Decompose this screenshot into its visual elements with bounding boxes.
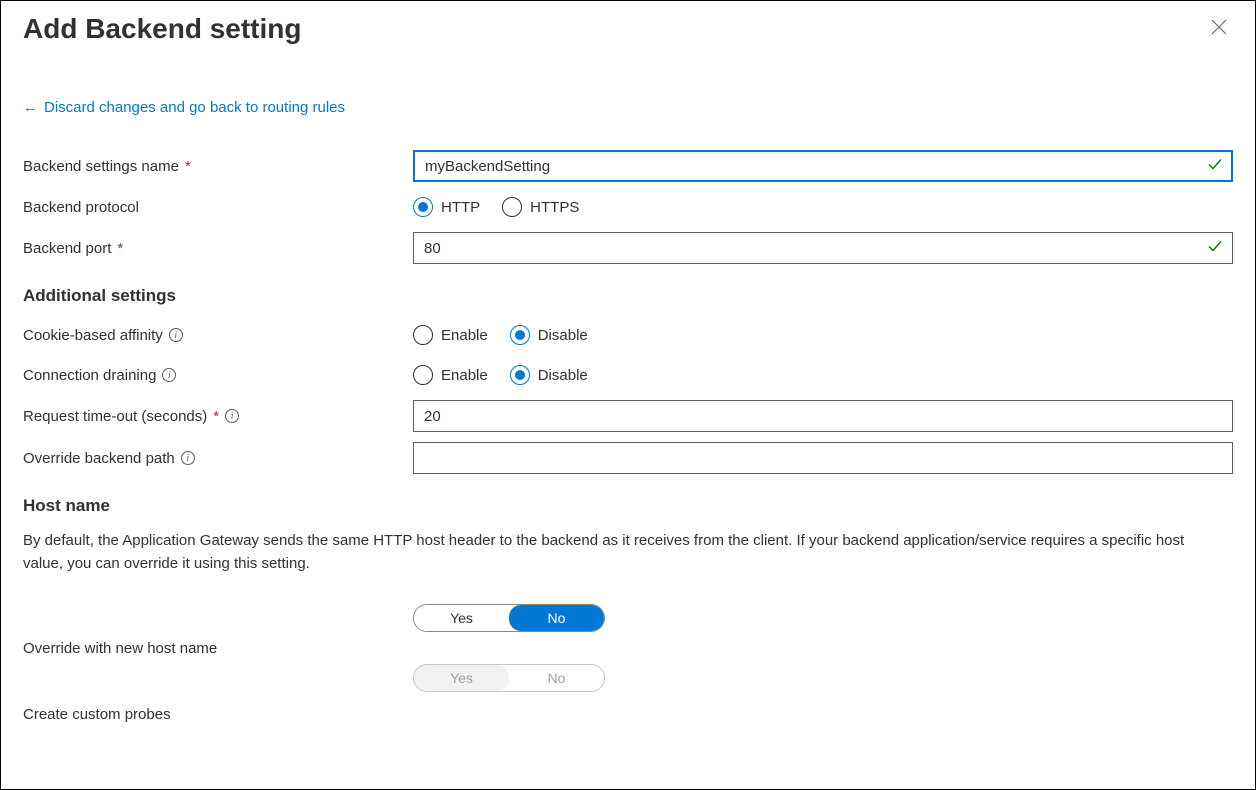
row-override-hostname: Override with new host name Yes No Yes N… <box>23 603 1233 693</box>
label-backend-name: Backend settings name * <box>23 158 413 175</box>
radio-selected-icon <box>413 197 433 217</box>
checkmark-icon <box>1207 157 1223 176</box>
row-request-timeout: Request time-out (seconds) * i <box>23 400 1233 432</box>
radio-unselected-icon <box>502 197 522 217</box>
label-request-timeout: Request time-out (seconds) * i <box>23 408 413 425</box>
back-link-text: Discard changes and go back to routing r… <box>44 99 345 116</box>
info-icon[interactable]: i <box>169 328 183 342</box>
info-icon[interactable]: i <box>225 409 239 423</box>
panel-header: Add Backend setting <box>23 13 1233 99</box>
row-override-path: Override backend path i <box>23 442 1233 474</box>
toggle-yes-disabled: Yes <box>414 665 509 691</box>
row-backend-protocol: Backend protocol HTTP HTTPS <box>23 192 1233 222</box>
cookie-disable-radio[interactable]: Disable <box>510 325 588 345</box>
label-override-path: Override backend path i <box>23 450 413 467</box>
draining-enable-radio[interactable]: Enable <box>413 365 488 385</box>
required-indicator: * <box>213 408 219 425</box>
custom-probes-toggle: Yes No <box>413 664 605 692</box>
draining-radio-group: Enable Disable <box>413 365 588 385</box>
request-timeout-input[interactable] <box>413 400 1233 432</box>
additional-settings-heading: Additional settings <box>23 286 1233 306</box>
label-cookie-affinity: Cookie-based affinity i <box>23 327 413 344</box>
label-backend-protocol: Backend protocol <box>23 199 413 216</box>
arrow-left-icon: ← <box>23 99 38 116</box>
backend-name-input[interactable] <box>413 150 1233 182</box>
label-connection-draining: Connection draining i <box>23 367 413 384</box>
info-icon[interactable]: i <box>162 368 176 382</box>
cookie-radio-group: Enable Disable <box>413 325 588 345</box>
required-indicator: * <box>117 240 123 257</box>
row-custom-probes: Create custom probes <box>23 699 1233 729</box>
override-hostname-toggle[interactable]: Yes No <box>413 604 605 632</box>
row-backend-name: Backend settings name * <box>23 150 1233 182</box>
label-backend-port: Backend port * <box>23 240 413 257</box>
backend-port-input[interactable] <box>413 232 1233 264</box>
panel-title: Add Backend setting <box>23 13 301 45</box>
protocol-radio-group: HTTP HTTPS <box>413 197 579 217</box>
toggle-no-disabled: No <box>509 665 604 691</box>
cookie-enable-radio[interactable]: Enable <box>413 325 488 345</box>
protocol-http-radio[interactable]: HTTP <box>413 197 480 217</box>
back-link[interactable]: ← Discard changes and go back to routing… <box>23 99 345 116</box>
radio-unselected-icon <box>413 325 433 345</box>
radio-selected-icon <box>510 325 530 345</box>
override-path-input[interactable] <box>413 442 1233 474</box>
label-override-hostname: Override with new host name <box>23 640 413 657</box>
close-icon[interactable] <box>1205 13 1233 45</box>
row-backend-port: Backend port * <box>23 232 1233 264</box>
toggle-yes[interactable]: Yes <box>414 605 509 631</box>
label-custom-probes: Create custom probes <box>23 706 413 723</box>
hostname-heading: Host name <box>23 496 1233 516</box>
info-icon[interactable]: i <box>181 451 195 465</box>
radio-unselected-icon <box>413 365 433 385</box>
radio-selected-icon <box>510 365 530 385</box>
hostname-description: By default, the Application Gateway send… <box>23 530 1223 575</box>
draining-disable-radio[interactable]: Disable <box>510 365 588 385</box>
toggle-no[interactable]: No <box>509 605 604 631</box>
checkmark-icon <box>1207 239 1223 258</box>
protocol-https-radio[interactable]: HTTPS <box>502 197 579 217</box>
add-backend-setting-panel: Add Backend setting ← Discard changes an… <box>1 1 1255 789</box>
required-indicator: * <box>185 158 191 175</box>
row-cookie-affinity: Cookie-based affinity i Enable Disable <box>23 320 1233 350</box>
row-connection-draining: Connection draining i Enable Disable <box>23 360 1233 390</box>
